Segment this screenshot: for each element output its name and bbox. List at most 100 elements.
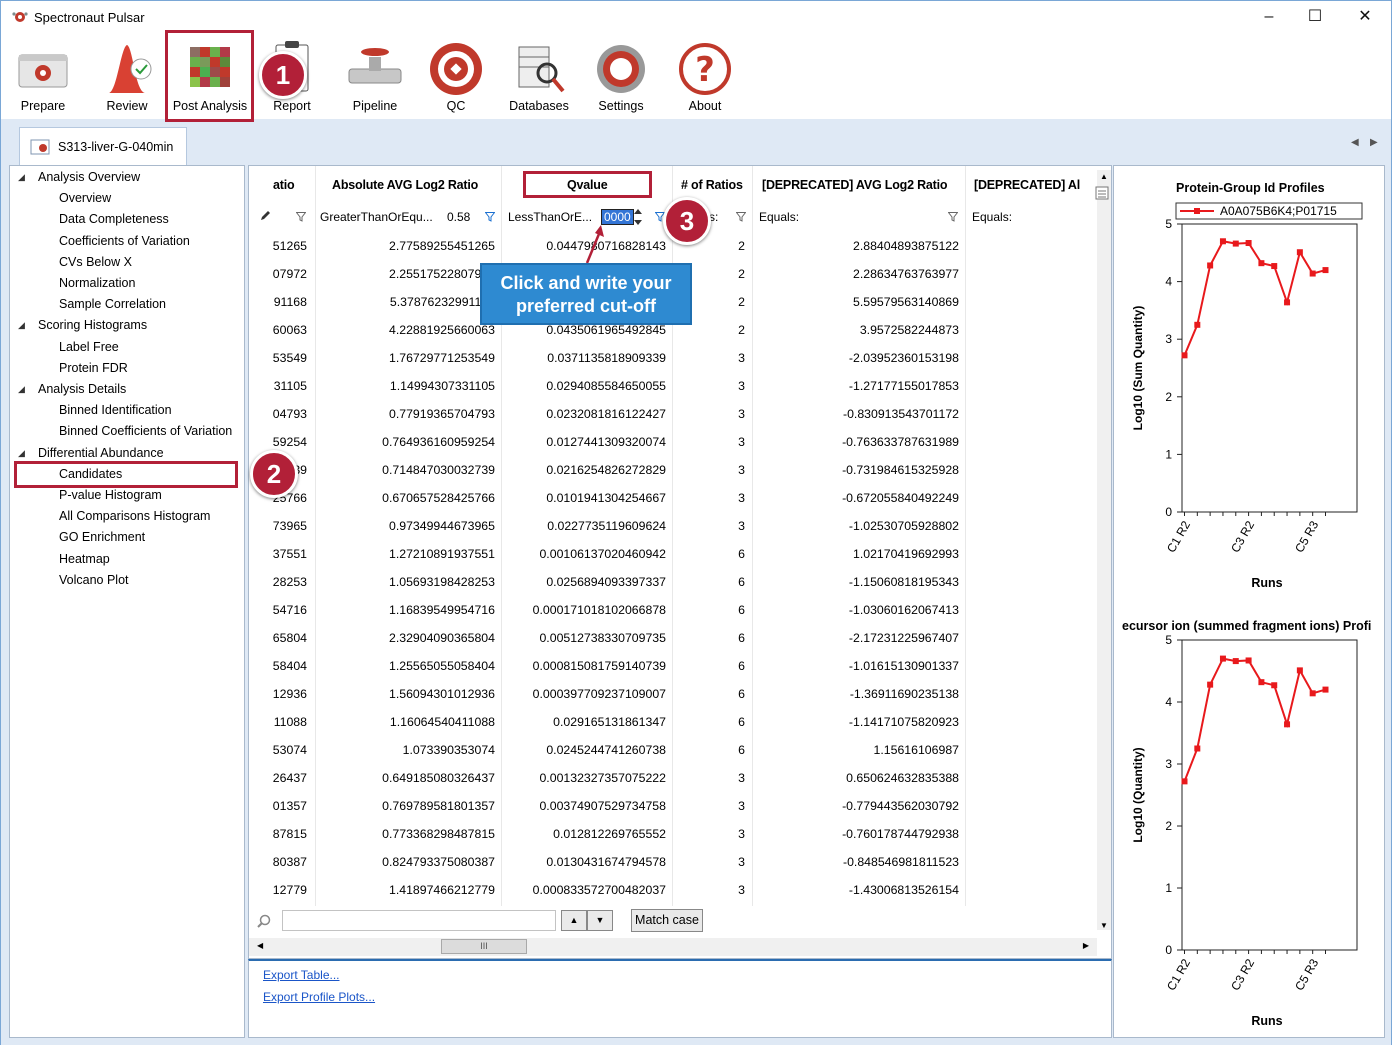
grid-cell[interactable]: 3.9572582244873 — [860, 316, 959, 344]
ribbon-qc-button[interactable]: QC — [423, 33, 489, 119]
abs-filter-operator[interactable]: GreaterThanOrEqu... — [320, 210, 433, 224]
export-profile-plots-link[interactable]: Export Profile Plots... — [263, 990, 375, 1004]
grid-cell[interactable]: 1.27210891937551 — [389, 540, 495, 568]
grid-cell[interactable]: 1.16839549954716 — [389, 596, 495, 624]
grid-cell[interactable]: -0.779443562030792 — [842, 792, 959, 820]
grid-cell[interactable]: 0.000397709237109007 — [533, 680, 666, 708]
grid-cell[interactable]: 5.59579563140869 — [853, 288, 959, 316]
search-next-button[interactable]: ▼ — [587, 910, 613, 931]
grid-cell[interactable]: -1.02530705928802 — [849, 512, 959, 540]
grid-cell[interactable]: 6 — [738, 680, 745, 708]
grid-cell[interactable]: 0.000171018102066878 — [533, 596, 666, 624]
ribbon-about-button[interactable]: ? About — [673, 33, 737, 119]
grid-cell[interactable]: 1.76729771253549 — [389, 344, 495, 372]
minimize-button[interactable]: – — [1246, 1, 1292, 33]
expand-toggle-icon[interactable]: ◢ — [18, 167, 25, 187]
grid-cell[interactable]: 0.00374907529734758 — [539, 792, 666, 820]
grid-cell[interactable]: 3 — [738, 484, 745, 512]
grid-cell[interactable]: 0.012812269765552 — [553, 820, 666, 848]
grid-cell[interactable]: 1.073390353074 — [403, 736, 495, 764]
grid-cell[interactable]: 0.029165131861347 — [553, 708, 666, 736]
tree-item[interactable]: P-value Histogram — [59, 485, 162, 505]
grid-cell[interactable]: 3 — [738, 848, 745, 876]
grid-cell[interactable]: -1.01615130901337 — [849, 652, 959, 680]
tree-item[interactable]: Heatmap — [59, 549, 110, 569]
grid-cell[interactable]: 54716 — [273, 596, 307, 624]
grid-cell[interactable]: 3 — [738, 344, 745, 372]
grid-cell[interactable]: 1.41897466212779 — [389, 876, 495, 904]
grid-cell[interactable]: -0.672055840492249 — [842, 484, 959, 512]
filter-funnel-icon[interactable] — [485, 212, 495, 222]
column-chooser-icon[interactable] — [1095, 186, 1109, 200]
grid-cell[interactable]: 0.00132327357075222 — [539, 764, 666, 792]
ribbon-databases-button[interactable]: Databases — [503, 33, 575, 119]
grid-cell[interactable]: -2.03952360153198 — [849, 344, 959, 372]
grid-cell[interactable]: 6 — [738, 652, 745, 680]
grid-cell[interactable]: 6 — [738, 708, 745, 736]
search-input[interactable] — [282, 910, 556, 931]
grid-cell[interactable]: -1.27177155017853 — [849, 372, 959, 400]
grid-cell[interactable]: 3 — [738, 400, 745, 428]
grid-cell[interactable]: 0.0245244741260738 — [546, 736, 666, 764]
grid-cell[interactable]: 2.77589255451265 — [389, 232, 495, 260]
tree-item[interactable]: Binned Coefficients of Variation — [59, 421, 232, 441]
grid-cell[interactable]: 1.15616106987 — [874, 736, 959, 764]
grid-cell[interactable]: 58404 — [273, 652, 307, 680]
tree-item[interactable]: Data Completeness — [59, 209, 169, 229]
qvalue-filter-operator[interactable]: LessThanOrE... — [508, 210, 592, 224]
grid-cell[interactable]: -0.763633787631989 — [842, 428, 959, 456]
grid-cell[interactable]: -1.14171075820923 — [849, 708, 959, 736]
tree-item[interactable]: All Comparisons Histogram — [59, 506, 210, 526]
grid-cell[interactable]: 6 — [738, 596, 745, 624]
grid-cell[interactable]: 60063 — [273, 316, 307, 344]
column-header-ratio[interactable]: atio — [273, 178, 295, 192]
abs-filter-value[interactable]: 0.58 — [447, 210, 470, 224]
grid-cell[interactable]: -0.760178744792938 — [842, 820, 959, 848]
grid-cell[interactable]: 2.88404893875122 — [853, 232, 959, 260]
filter-funnel-icon[interactable] — [736, 212, 746, 222]
grid-cell[interactable]: -1.43006813526154 — [849, 876, 959, 904]
tree-item[interactable]: Binned Identification — [59, 400, 172, 420]
grid-cell[interactable]: 51265 — [273, 232, 307, 260]
grid-cell[interactable]: 0.0101941304254667 — [546, 484, 666, 512]
grid-cell[interactable]: 37551 — [273, 540, 307, 568]
grid-cell[interactable]: 2.28634763763977 — [853, 260, 959, 288]
grid-cell[interactable]: 2 — [738, 232, 745, 260]
tab-scroll-left-icon[interactable]: ◀ — [1351, 137, 1359, 148]
grid-cell[interactable]: 0.00106137020460942 — [539, 540, 666, 568]
tree-item[interactable]: Overview — [59, 188, 111, 208]
grid-cell[interactable]: 1.16064540411088 — [390, 708, 495, 736]
grid-cell[interactable]: 0.0127441309320074 — [546, 428, 666, 456]
grid-cell[interactable]: 1.56094301012936 — [389, 680, 495, 708]
grid-cell[interactable]: -0.731984615325928 — [842, 456, 959, 484]
qvalue-spinner-icon[interactable] — [633, 206, 643, 228]
grid-cell[interactable]: 0.650624632835388 — [846, 764, 959, 792]
grid-cell[interactable]: -0.848546981811523 — [843, 848, 959, 876]
grid-cell[interactable]: 0.0130431674794578 — [546, 848, 666, 876]
grid-cell[interactable]: 3 — [738, 372, 745, 400]
horizontal-scroll-thumb[interactable]: III — [441, 939, 527, 954]
scroll-right-icon[interactable]: ▶ — [1083, 941, 1089, 950]
tree-group[interactable]: ◢ Differential Abundance — [18, 443, 164, 463]
tree-group[interactable]: ◢ Scoring Histograms — [18, 315, 147, 335]
grid-cell[interactable]: 53074 — [273, 736, 307, 764]
tree-group[interactable]: ◢ Analysis Overview — [18, 167, 140, 187]
grid-cell[interactable]: 26437 — [273, 764, 307, 792]
grid-cell[interactable]: 0.773368298487815 — [382, 820, 495, 848]
expand-toggle-icon[interactable]: ◢ — [18, 315, 25, 335]
tree-item[interactable]: CVs Below X — [59, 252, 132, 272]
scroll-down-icon[interactable]: ▼ — [1100, 921, 1108, 930]
grid-cell[interactable]: 1.02170419692993 — [853, 540, 959, 568]
grid-cell[interactable]: 12779 — [273, 876, 307, 904]
grid-cell[interactable]: 0.000833572700482037 — [533, 876, 666, 904]
grid-cell[interactable]: 6 — [738, 624, 745, 652]
tree-item[interactable]: Sample Correlation — [59, 294, 166, 314]
grid-cell[interactable]: 3 — [738, 428, 745, 456]
grid-cell[interactable]: 0.0216254826272829 — [546, 456, 666, 484]
grid-cell[interactable]: 0.0256894093397337 — [546, 568, 666, 596]
scroll-up-icon[interactable]: ▲ — [1100, 172, 1108, 181]
grid-cell[interactable]: 01357 — [273, 792, 307, 820]
grid-cell[interactable]: 11088 — [274, 708, 307, 736]
grid-cell[interactable]: 1.25565055058404 — [389, 652, 495, 680]
grid-cell[interactable]: 0.0294085584650055 — [546, 372, 666, 400]
